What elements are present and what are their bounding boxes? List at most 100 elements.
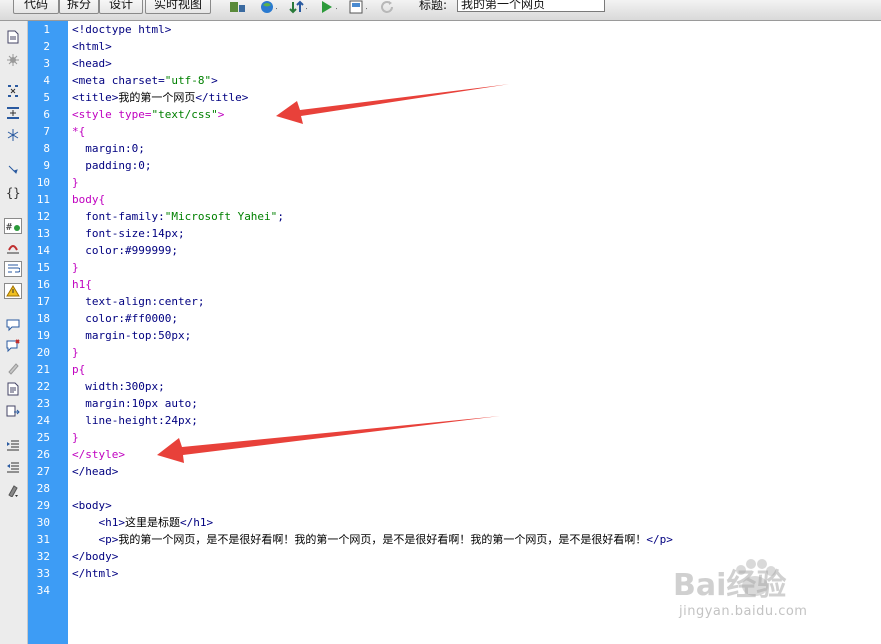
code-token: ; [277,210,284,223]
code-line-21: p{ [72,361,85,378]
code-token: line-height: [72,414,165,427]
line-number: 8 [43,142,50,155]
code-token: </body> [72,550,119,563]
line-number: 1 [43,23,50,36]
live-view-button[interactable]: 实时视图 [145,0,211,14]
code-token: </style> [72,448,125,461]
line-number: 26 [36,448,50,461]
line-number: 12 [36,210,50,223]
code-token: h1{ [72,278,92,291]
wrap-tag-icon[interactable] [4,360,22,376]
format-source-code-icon[interactable] [4,482,22,498]
line-number: 34 [36,584,50,597]
code-token: margin: [72,397,132,410]
code-line-1: <!doctype html> [72,21,171,38]
code-line-6: <style type="text/css"> [72,106,224,123]
line-number: 15 [36,261,50,274]
code-token: 0; [131,142,145,155]
debug-icon[interactable] [319,0,337,14]
code-token: width: [72,380,125,393]
code-line-16: h1{ [72,276,92,293]
show-code-navigator-icon[interactable] [4,52,22,68]
browser-preview-icon[interactable] [259,0,277,14]
baidu-jingyan-watermark: Bai经验 jingyan.baidu.com [673,559,873,630]
recent-snippets-icon[interactable] [4,381,22,397]
syntax-error-alerts-icon[interactable] [4,283,22,299]
coding-toolbar: {} # [0,21,28,644]
code-view-button[interactable]: 代码 [13,0,59,14]
code-token: <html> [72,40,112,53]
code-line-31: <p>我的第一个网页，是不是很好看啊！我的第一个网页，是不是很好看啊！我的第一个… [72,531,672,548]
code-line-33: </html> [72,565,118,582]
code-token: <body> [72,499,112,512]
code-token: } [72,261,79,274]
line-number: 25 [36,431,50,444]
svg-text:{}: {} [6,186,20,199]
line-number: 19 [36,329,50,342]
line-number: 4 [43,74,50,87]
design-view-button[interactable]: 设计 [99,0,143,14]
code-line-32: </body> [72,548,118,565]
line-number: 9 [43,159,50,172]
code-token: </title> [195,91,249,104]
line-number: 18 [36,312,50,325]
file-transfer-icon[interactable] [289,0,307,14]
code-line-29: <body> [72,497,112,514]
code-token: text-align: [72,295,159,308]
code-token: <p> [72,533,119,546]
line-numbers-icon[interactable]: # [4,218,22,234]
line-number: 29 [36,499,50,512]
code-line-2: <html> [72,38,112,55]
open-documents-icon[interactable] [4,29,22,45]
code-token: </html> [72,567,119,580]
line-number: 28 [36,482,50,495]
expand-all-icon[interactable] [4,127,22,143]
code-token: 0; [138,159,152,172]
code-token: > [217,108,225,121]
visual-aids-icon[interactable] [349,0,367,14]
word-wrap-icon[interactable] [4,261,22,277]
code-line-4: <meta charset="utf-8"> [72,72,218,89]
split-view-button[interactable]: 拆分 [59,0,99,14]
code-editor[interactable]: <!doctype html> <html> <head> <meta char… [72,21,881,644]
code-token: "Microsoft Yahei" [164,210,278,223]
code-token: 我的第一个网页，是不是很好看啊！我的第一个网页，是不是很好看啊！我的第一个网页，… [118,533,647,546]
line-number: 7 [43,125,50,138]
code-line-25: } [72,429,79,446]
line-number: 16 [36,278,50,291]
code-token: } [72,346,79,359]
code-line-7: *{ [72,123,85,140]
line-number: 5 [43,91,50,104]
line-number: 31 [36,533,50,546]
refresh-icon[interactable] [379,0,397,14]
code-line-5: <title>我的第一个网页</title> [72,89,248,106]
code-line-26: </style> [72,446,125,463]
indent-code-icon[interactable] [4,437,22,453]
outdent-code-icon[interactable] [4,459,22,475]
line-number: 30 [36,516,50,529]
move-css-icon[interactable] [4,403,22,419]
watermark-url: jingyan.baidu.com [679,604,808,619]
highlight-invalid-code-icon[interactable] [4,240,22,256]
line-number-gutter: 1 2 3 4 5 6 7 8 9 10 11 12 13 14 15 16 1… [28,21,68,644]
code-token: <h1> [72,516,125,529]
balance-braces-icon[interactable]: {} [4,184,22,200]
document-title-input[interactable]: 我的第一个网页 [457,0,605,12]
code-token: 50px; [158,329,192,342]
code-token: color: [72,312,125,325]
watermark-brand: Bai经验 [673,568,787,603]
code-token: 我的第一个网页 [118,91,196,104]
remove-comment-icon[interactable] [4,338,22,354]
document-title-label: 标题: [419,0,448,12]
select-parent-tag-icon[interactable] [4,162,22,178]
code-token: 14px; [151,227,185,240]
code-line-19: margin-top:50px; [72,327,191,344]
collapse-selection-icon[interactable] [4,105,22,121]
apply-comment-icon[interactable] [4,317,22,333]
inspect-icon[interactable] [228,0,246,14]
code-token: } [72,431,79,444]
code-token: 300px; [124,380,165,393]
code-token: #999999; [124,244,178,257]
collapse-full-tag-icon[interactable] [4,83,22,99]
code-token: "utf-8" [164,74,212,87]
